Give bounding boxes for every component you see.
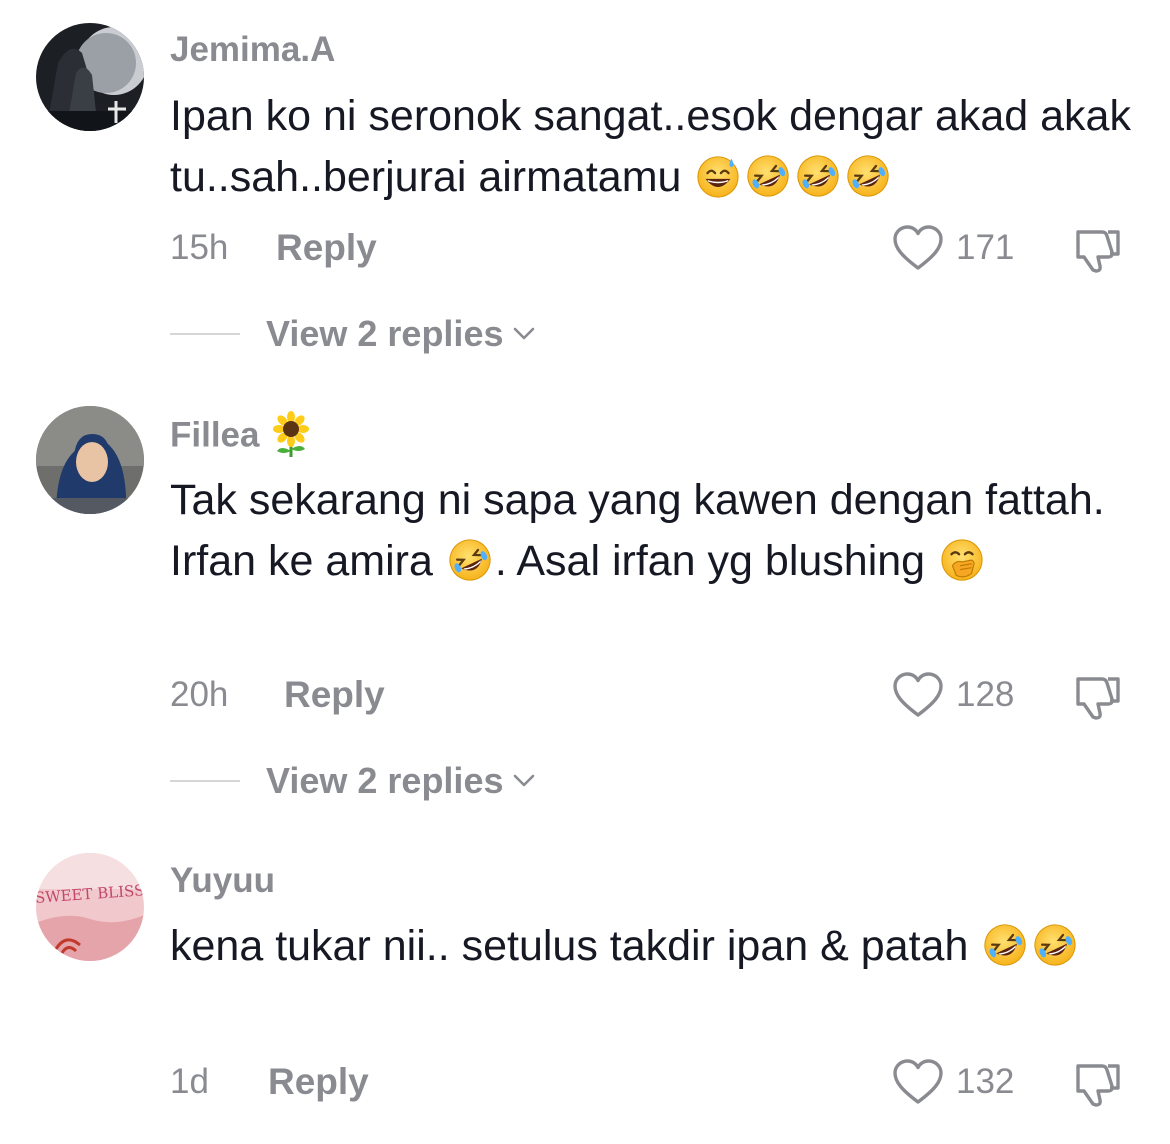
comment-text-body: Ipan ko ni seronok sangat..esok dengar a…	[170, 92, 1131, 201]
comment-text: Tak sekarang ni sapa yang kawen dengan f…	[170, 470, 1135, 592]
reply-button[interactable]: Reply	[284, 675, 385, 715]
grinning-sweat-emoji-icon	[695, 153, 741, 199]
username[interactable]: Jemima.A	[170, 30, 335, 70]
dislike-button[interactable]	[1072, 224, 1122, 279]
sunflower-emoji-icon	[273, 411, 310, 457]
rofl-emoji-icon	[447, 537, 493, 583]
comment-text-body: . Asal irfan yg blushing	[494, 537, 938, 585]
like-count: 128	[956, 675, 1015, 714]
heart-icon	[893, 225, 943, 270]
like-button[interactable]: 171	[892, 224, 1014, 272]
comment-time: 20h	[170, 675, 229, 714]
thumbs-down-icon	[1076, 677, 1120, 720]
divider-line	[170, 780, 240, 782]
username-text: Fillea	[170, 415, 260, 455]
username[interactable]: Fillea	[170, 411, 313, 461]
rofl-emoji-icon	[795, 153, 841, 199]
dislike-button[interactable]	[1072, 1058, 1122, 1113]
avatar[interactable]: SWEET BLISS	[36, 853, 144, 961]
comment-text: Ipan ko ni seronok sangat..esok dengar a…	[170, 86, 1135, 208]
comment-time: 1d	[170, 1062, 209, 1101]
hand-over-mouth-emoji-icon	[939, 537, 985, 583]
comment-text-body: kena tukar nii.. setulus takdir ipan & p…	[170, 922, 981, 970]
like-button[interactable]: 128	[892, 671, 1014, 719]
view-replies-label: View 2 replies	[266, 313, 504, 354]
rofl-emoji-icon	[845, 153, 891, 199]
heart-icon	[893, 1059, 943, 1104]
view-replies-label: View 2 replies	[266, 760, 504, 801]
view-replies-button[interactable]: View 2 replies	[170, 761, 535, 801]
like-count: 132	[956, 1062, 1015, 1101]
rofl-emoji-icon	[1032, 922, 1078, 968]
avatar[interactable]	[36, 23, 144, 131]
view-replies-button[interactable]: View 2 replies	[170, 314, 535, 354]
like-count: 171	[956, 228, 1015, 267]
chevron-down-icon	[514, 774, 535, 787]
username[interactable]: Yuyuu	[170, 861, 275, 901]
rofl-emoji-icon	[982, 922, 1028, 968]
comment-text: kena tukar nii.. setulus takdir ipan & p…	[170, 916, 1135, 977]
like-button[interactable]: 132	[892, 1058, 1014, 1106]
comment-time: 15h	[170, 228, 229, 267]
reply-button[interactable]: Reply	[268, 1062, 369, 1102]
avatar[interactable]	[36, 406, 144, 514]
rofl-emoji-icon	[745, 153, 791, 199]
reply-button[interactable]: Reply	[276, 228, 377, 268]
thumbs-down-icon	[1076, 1064, 1120, 1107]
dislike-button[interactable]	[1072, 671, 1122, 726]
chevron-down-icon	[514, 327, 535, 340]
thumbs-down-icon	[1076, 230, 1120, 273]
heart-icon	[893, 672, 943, 717]
divider-line	[170, 333, 240, 335]
